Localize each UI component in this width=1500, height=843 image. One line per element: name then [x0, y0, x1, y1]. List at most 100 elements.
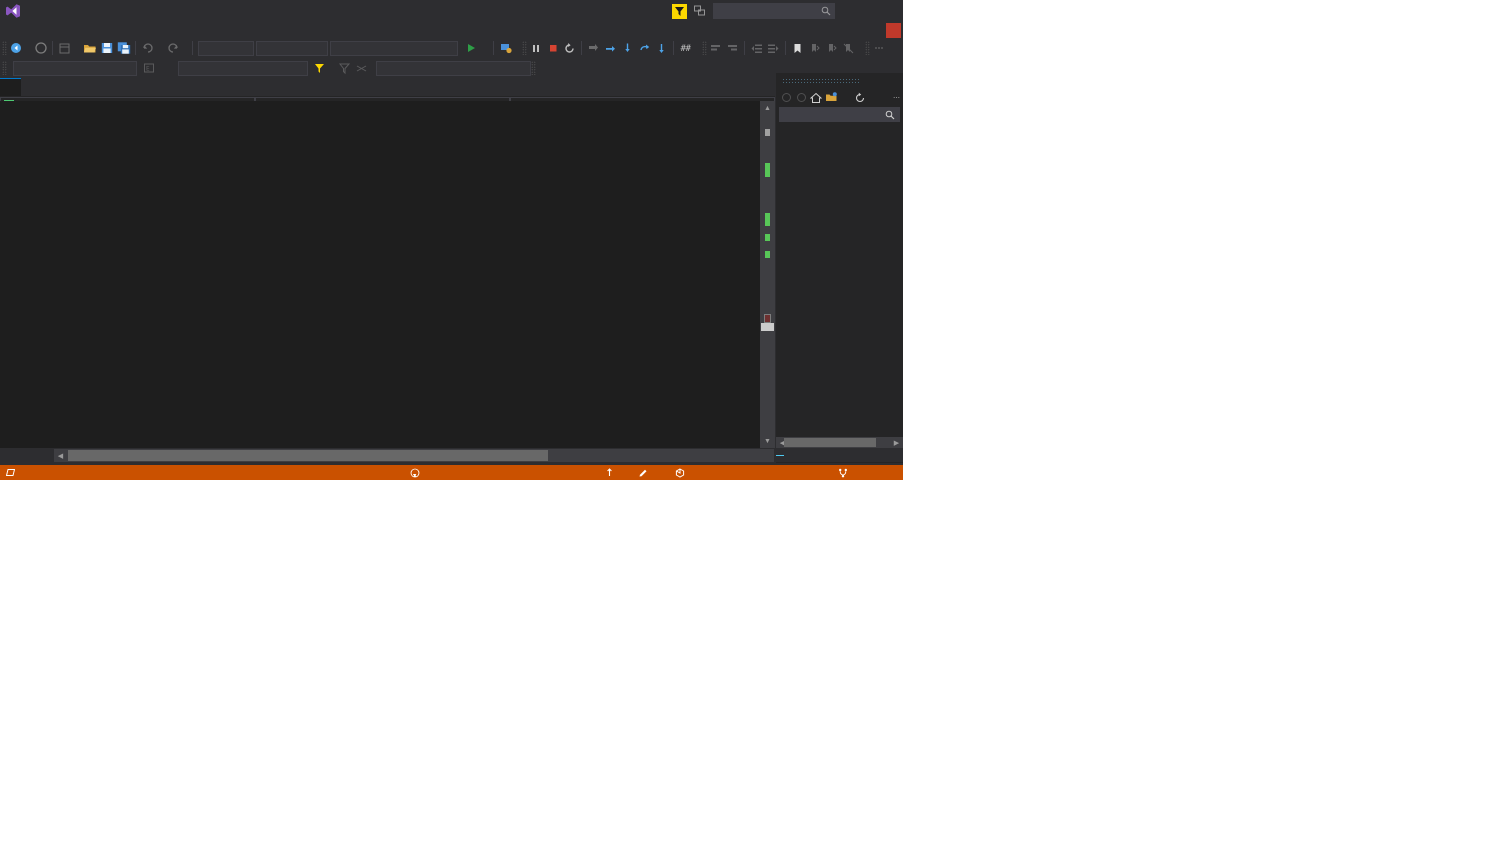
- toolbar-grip[interactable]: [2, 41, 7, 55]
- next-bookmark-icon[interactable]: [823, 40, 840, 57]
- show-only-flagged-icon[interactable]: [353, 60, 370, 77]
- send-feedback-icon[interactable]: [693, 4, 707, 18]
- uncomment-selection-icon[interactable]: [724, 40, 741, 57]
- maximize-button[interactable]: [857, 1, 879, 19]
- scrollbar-thumb[interactable]: [761, 323, 774, 331]
- scroll-left-icon[interactable]: ◀: [54, 449, 67, 462]
- save-all-icon[interactable]: [115, 40, 132, 57]
- editor-horizontal-scrollbar[interactable]: ◀: [54, 449, 774, 462]
- open-file-icon[interactable]: [81, 40, 98, 57]
- navigate-forward-icon[interactable]: [32, 40, 49, 57]
- startup-project-combo[interactable]: [330, 40, 458, 56]
- attach-to-process-icon[interactable]: [497, 40, 514, 57]
- process-combo[interactable]: [13, 60, 137, 76]
- git-repo-icon: [410, 468, 420, 478]
- avatar[interactable]: [886, 22, 901, 38]
- clear-bookmarks-icon[interactable]: [840, 40, 857, 57]
- scroll-marker-change: [765, 163, 770, 177]
- step-out-icon[interactable]: [636, 40, 653, 57]
- tab-menusis-vb[interactable]: [57, 78, 69, 96]
- run-to-cursor-icon[interactable]: [653, 40, 670, 57]
- close-button[interactable]: [879, 1, 901, 19]
- debug-toolbar-grip[interactable]: [522, 41, 527, 55]
- tab-descargaxmlsat-cs[interactable]: [0, 78, 21, 96]
- minimize-button[interactable]: [835, 1, 857, 19]
- panel-drag-grip[interactable]: [782, 78, 860, 84]
- editor-code-area[interactable]: [0, 101, 775, 448]
- stack-frame-combo[interactable]: [376, 60, 531, 76]
- new-project-icon[interactable]: [56, 40, 73, 57]
- decrease-indent-icon[interactable]: [748, 40, 765, 57]
- editor-vertical-scrollbar[interactable]: ▲ ▼: [760, 101, 775, 448]
- standard-toolbar: # #: [0, 38, 903, 58]
- step-into-icon[interactable]: [602, 40, 619, 57]
- pending-changes-filter-icon[interactable]: [824, 91, 838, 105]
- quick-launch-search[interactable]: [713, 3, 835, 19]
- restart-icon[interactable]: [561, 40, 578, 57]
- forward-icon[interactable]: [794, 91, 808, 105]
- solution-explorer-search[interactable]: [779, 107, 900, 122]
- refresh-icon[interactable]: [853, 91, 867, 105]
- scroll-marker-breakpoint: [764, 314, 771, 323]
- tab-frmlogin-vb-design[interactable]: [33, 78, 45, 96]
- scroll-marker-change: [765, 213, 770, 226]
- svg-text:E: E: [146, 65, 150, 72]
- thread-combo[interactable]: [178, 60, 308, 76]
- stop-debugging-icon[interactable]: [544, 40, 561, 57]
- debug-location-grip[interactable]: [2, 61, 7, 75]
- document-tab-strip: [0, 78, 903, 96]
- solution-explorer-hscrollbar[interactable]: ◀ ▶: [776, 437, 903, 448]
- undo-icon[interactable]: [139, 40, 156, 57]
- solution-explorer-search-input[interactable]: [784, 110, 885, 119]
- comment-selection-icon[interactable]: [707, 40, 724, 57]
- menu-bar: [0, 22, 903, 38]
- hscrollbar-thumb[interactable]: [68, 450, 548, 461]
- lifecycle-events-icon[interactable]: E: [140, 60, 157, 77]
- search-icon: [821, 6, 831, 16]
- feedback-flag-icon[interactable]: [672, 3, 687, 19]
- solution-explorer-tree[interactable]: [776, 124, 903, 125]
- scroll-marker-change: [765, 234, 770, 241]
- tab-frmlogin-vb[interactable]: [21, 78, 33, 96]
- hex-display-icon[interactable]: # #: [677, 40, 694, 57]
- se-scroll-right-icon[interactable]: ▶: [890, 437, 903, 448]
- navigate-backward-icon[interactable]: [7, 40, 24, 57]
- continue-play-icon[interactable]: [462, 40, 479, 57]
- unflag-thread-icon[interactable]: [336, 60, 353, 77]
- status-bar: [0, 465, 903, 480]
- save-icon[interactable]: [98, 40, 115, 57]
- outgoing-commits-icon: [604, 468, 614, 478]
- scroll-up-icon[interactable]: ▲: [760, 101, 775, 115]
- debug-location-toolbar: E: [0, 58, 903, 78]
- previous-bookmark-icon[interactable]: [806, 40, 823, 57]
- solution-configuration-combo[interactable]: [198, 40, 254, 56]
- quick-launch-input[interactable]: [717, 6, 821, 16]
- flag-thread-icon[interactable]: [311, 60, 328, 77]
- solution-icon: [675, 467, 685, 478]
- tab-solution-explorer[interactable]: [776, 454, 784, 456]
- code-editor[interactable]: [0, 101, 775, 448]
- ready-icon: [5, 468, 15, 478]
- branch-icon: [838, 468, 848, 478]
- screen-root: # # E ▲ ▼ ◀ ⋯ ◀ ▶: [0, 0, 1500, 843]
- home-icon[interactable]: [809, 91, 823, 105]
- se-hscrollbar-thumb[interactable]: [784, 438, 876, 447]
- break-all-icon[interactable]: [527, 40, 544, 57]
- visual-studio-window: # # E ▲ ▼ ◀ ⋯ ◀ ▶: [0, 0, 903, 480]
- toolbar-overflow-icon[interactable]: [870, 40, 887, 57]
- window-controls: [835, 1, 901, 19]
- toggle-bookmark-icon[interactable]: [789, 40, 806, 57]
- show-next-statement-icon[interactable]: [585, 40, 602, 57]
- quick-launch-area: [672, 3, 835, 19]
- increase-indent-icon[interactable]: [765, 40, 782, 57]
- tab-app-config[interactable]: [45, 78, 57, 96]
- solution-platform-combo[interactable]: [256, 40, 328, 56]
- step-over-icon[interactable]: [619, 40, 636, 57]
- redo-icon[interactable]: [164, 40, 181, 57]
- debug-location-grip-2[interactable]: [531, 61, 536, 75]
- scroll-down-icon[interactable]: ▼: [760, 434, 775, 448]
- se-toolbar-overflow-icon[interactable]: ⋯: [893, 94, 900, 102]
- back-icon[interactable]: [779, 91, 793, 105]
- account-area[interactable]: [878, 22, 901, 38]
- solution-explorer-header: [776, 73, 903, 89]
